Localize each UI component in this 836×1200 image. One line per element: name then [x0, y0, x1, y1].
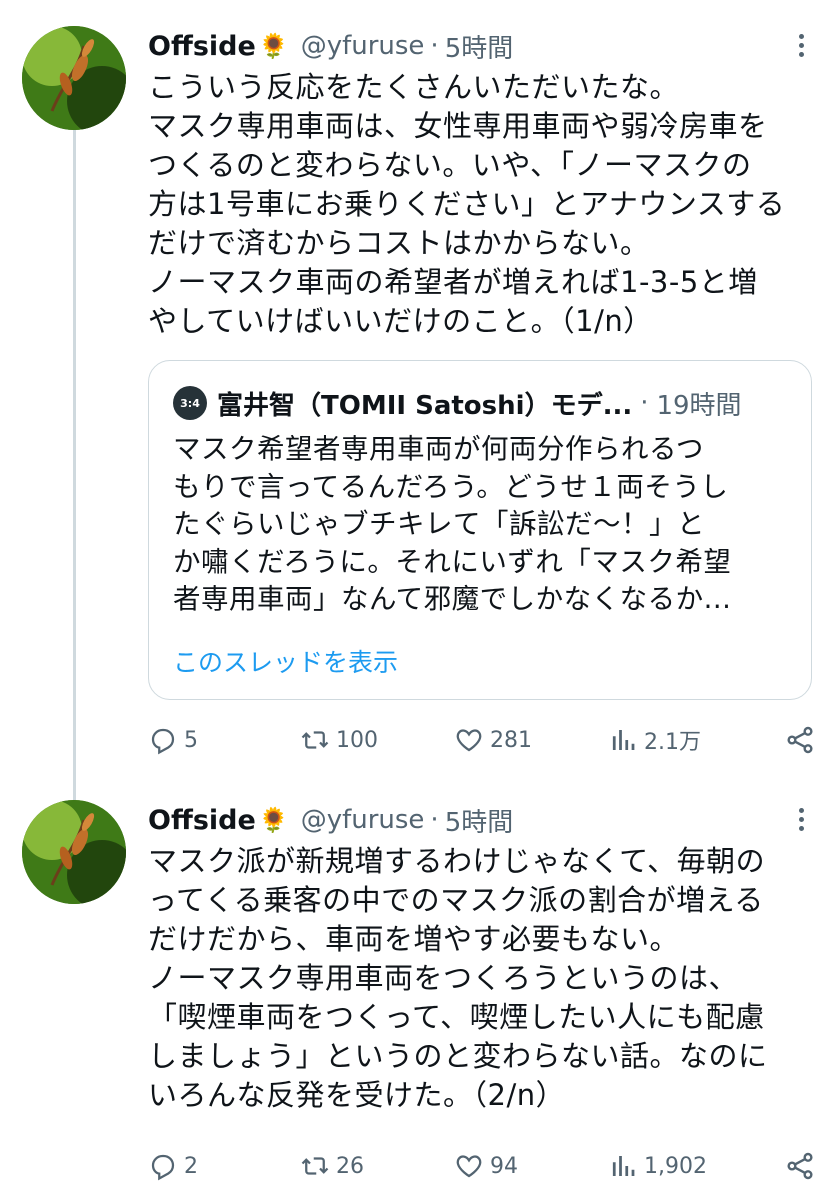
quote-author-name: 富井智（TOMII Satoshi）モデ...	[217, 390, 633, 421]
quote-header: 3:4 富井智（TOMII Satoshi）モデ... · 19時間	[173, 383, 791, 423]
share-icon[interactable]	[784, 1150, 816, 1182]
views-button[interactable]: 1,902	[608, 1144, 707, 1188]
tweet-time[interactable]: 5時間	[445, 802, 514, 839]
thread-connector-line	[73, 130, 76, 820]
heart-icon	[456, 1155, 482, 1178]
more-icon[interactable]	[786, 30, 816, 60]
like-button[interactable]: 281	[454, 718, 532, 762]
retweet-icon	[301, 731, 329, 749]
more-icon[interactable]	[786, 804, 816, 834]
author-handle[interactable]: @yfuruse	[301, 805, 425, 835]
tweet-text: こういう反応をたくさんいただいたな。 マスク専用車両は、女性専用車両や弱冷房車を…	[148, 70, 786, 338]
retweet-count: 100	[336, 727, 378, 753]
author-name[interactable]: Offside	[148, 805, 256, 836]
like-button[interactable]: 94	[454, 1144, 518, 1188]
author-name[interactable]: Offside	[148, 31, 256, 62]
share-icon[interactable]	[784, 724, 816, 756]
retweet-button[interactable]: 26	[300, 1144, 364, 1188]
separator-dot: ·	[430, 31, 439, 61]
quote-avatar: 3:4	[173, 386, 207, 420]
views-button[interactable]: 2.1万	[608, 718, 701, 762]
quote-time: 19時間	[656, 390, 742, 421]
tweet-header: Offside 🌻 @yfuruse · 5時間	[148, 800, 816, 840]
reply-icon	[151, 1154, 175, 1181]
views-count: 1,902	[644, 1153, 707, 1179]
reply-count: 2	[184, 1153, 198, 1179]
avatar[interactable]	[22, 26, 126, 130]
quote-text: マスク希望者専用車両が何両分作られるつ もりで言ってるんだろう。どうせ１両そうし…	[173, 433, 732, 615]
reply-button[interactable]: 5	[148, 718, 198, 762]
avatar[interactable]	[22, 800, 126, 904]
tweet-time[interactable]: 5時間	[445, 28, 514, 65]
quoted-tweet[interactable]: 3:4 富井智（TOMII Satoshi）モデ... · 19時間 マスク希望…	[148, 360, 812, 700]
author-handle[interactable]: @yfuruse	[301, 31, 425, 61]
reply-count: 5	[184, 727, 198, 753]
tweet-actions: 5 100 281 2.1万	[148, 718, 816, 762]
tweet-actions: 2 26 94 1,902	[148, 1144, 816, 1188]
tweet-header: Offside 🌻 @yfuruse · 5時間	[148, 26, 816, 66]
reply-button[interactable]: 2	[148, 1144, 198, 1188]
reply-icon	[151, 728, 175, 755]
heart-icon	[456, 729, 482, 752]
views-count: 2.1万	[644, 730, 701, 755]
quote-separator-dot: ·	[640, 388, 649, 418]
sunflower-emoji: 🌻	[258, 32, 289, 60]
views-icon	[612, 1156, 635, 1176]
retweet-count: 26	[336, 1153, 364, 1179]
tweet-text: マスク派が新規増するわけじゃなくて、毎朝の ってくる乗客の中でのマスク派の割合が…	[148, 844, 768, 1112]
separator-dot: ·	[430, 805, 439, 835]
sunflower-emoji: 🌻	[258, 806, 289, 834]
retweet-button[interactable]: 100	[300, 718, 378, 762]
retweet-icon	[301, 1157, 329, 1175]
like-count: 94	[490, 1153, 518, 1179]
show-thread-link[interactable]: このスレッドを表示	[173, 643, 398, 679]
like-count: 281	[490, 727, 532, 753]
views-icon	[612, 730, 635, 750]
